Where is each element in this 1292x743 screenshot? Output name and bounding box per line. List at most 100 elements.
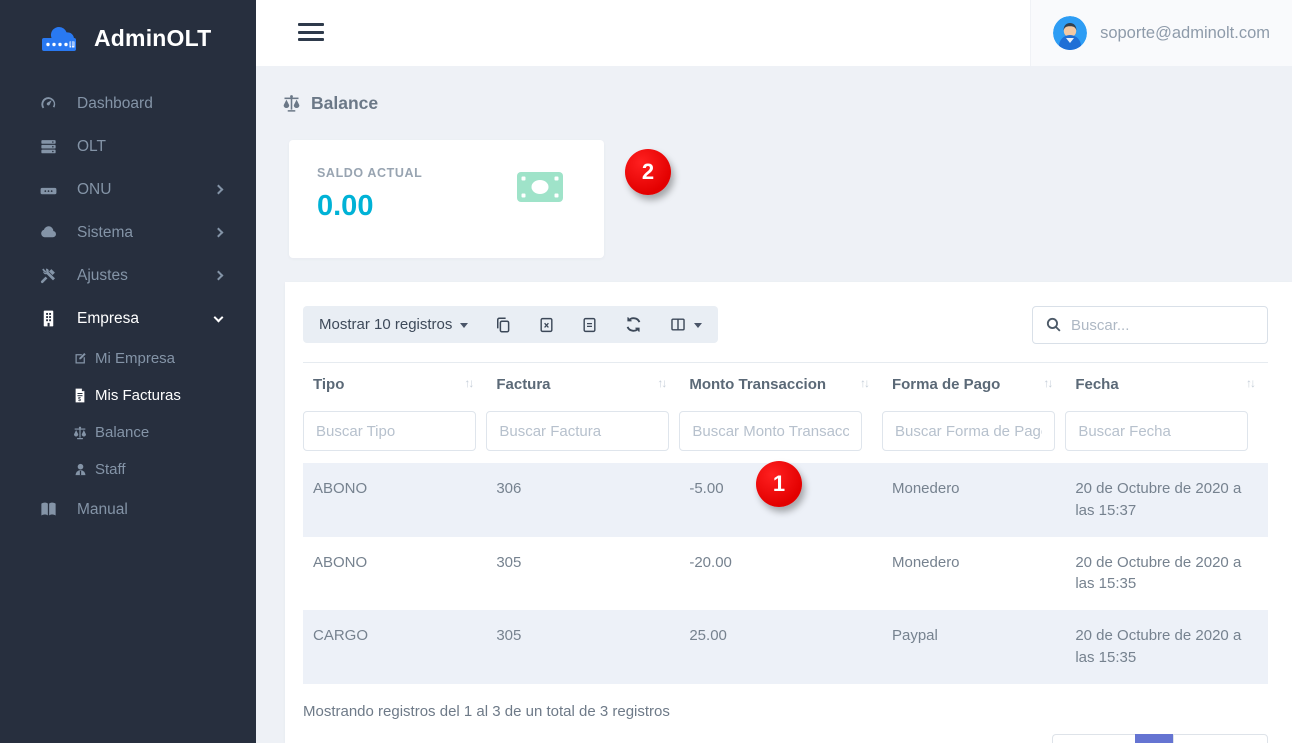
cell-factura: 305 — [486, 610, 679, 684]
sidebar-subitem-label: Staff — [95, 461, 126, 478]
export-excel-button[interactable] — [538, 316, 555, 334]
table-header-row: ↑↓Tipo ↑↓Factura ↑↓Monto Transaccion ↑↓F… — [303, 363, 1268, 406]
page-length-label: Mostrar 10 registros — [319, 316, 452, 333]
cell-monto: 25.00 — [679, 610, 882, 684]
datatable-buttons: Mostrar 10 registros — [303, 306, 718, 343]
user-avatar — [1053, 16, 1087, 50]
column-header-fecha[interactable]: ↑↓Fecha — [1065, 363, 1268, 406]
topbar: soporte@adminolt.com — [256, 0, 1292, 66]
scales-icon — [281, 93, 302, 114]
transactions-panel: Mostrar 10 registros — [285, 282, 1292, 743]
sidebar-subitem-staff[interactable]: Staff — [0, 451, 256, 488]
pagination-page-1-button[interactable]: 1 — [1135, 734, 1173, 743]
table-row[interactable]: CARGO 305 25.00 Paypal 20 de Octubre de … — [303, 610, 1268, 684]
filter-factura-input[interactable] — [486, 411, 669, 451]
cell-fecha: 20 de Octubre de 2020 a las 15:35 — [1065, 610, 1268, 684]
table-info-text: Mostrando registros del 1 al 3 de un tot… — [303, 703, 1268, 720]
page-title: Balance — [281, 93, 378, 114]
datatable-toolbar: Mostrar 10 registros — [303, 306, 1268, 344]
svg-text:$: $ — [78, 397, 81, 403]
copy-button[interactable] — [494, 316, 512, 334]
filter-forma-de-pago-input[interactable] — [882, 411, 1055, 451]
brand[interactable]: AdminOLT — [0, 0, 256, 60]
sidebar-item-label: Ajustes — [77, 267, 215, 285]
hamburger-menu-button[interactable] — [298, 23, 324, 46]
column-header-factura[interactable]: ↑↓Factura — [486, 363, 679, 406]
caret-down-icon — [460, 323, 468, 328]
chevron-right-icon — [214, 228, 224, 238]
sidebar-item-label: ONU — [77, 181, 215, 199]
cell-forma-de-pago: Paypal — [882, 610, 1065, 684]
sidebar-item-onu[interactable]: ONU — [0, 168, 256, 211]
sidebar-item-label: Empresa — [77, 310, 215, 328]
sidebar-subitem-label: Mi Empresa — [95, 350, 175, 367]
search-input[interactable] — [1032, 306, 1268, 344]
column-visibility-button[interactable] — [669, 316, 702, 333]
user-menu[interactable]: soporte@adminolt.com — [1030, 0, 1292, 66]
filter-fecha-input[interactable] — [1065, 411, 1248, 451]
modem-icon — [38, 180, 58, 200]
sort-icon: ↑↓ — [860, 376, 872, 390]
scales-icon — [72, 425, 88, 441]
sidebar-item-label: Dashboard — [77, 95, 222, 113]
cell-forma-de-pago: Monedero — [882, 463, 1065, 537]
column-header-forma-de-pago[interactable]: ↑↓Forma de Pago — [882, 363, 1065, 406]
sidebar-item-label: OLT — [77, 138, 222, 156]
page-length-dropdown[interactable]: Mostrar 10 registros — [319, 316, 468, 333]
empresa-submenu: Mi Empresa $ Mis Facturas Balance — [0, 340, 256, 488]
column-header-monto-transaccion[interactable]: ↑↓Monto Transaccion — [679, 363, 882, 406]
invoice-icon: $ — [72, 388, 88, 404]
tools-icon — [38, 266, 58, 286]
book-icon — [38, 500, 58, 520]
sidebar-item-dashboard[interactable]: Dashboard — [0, 82, 256, 125]
cell-fecha: 20 de Octubre de 2020 a las 15:37 — [1065, 463, 1268, 537]
cell-forma-de-pago: Monedero — [882, 537, 1065, 611]
cell-factura: 305 — [486, 537, 679, 611]
person-icon — [72, 462, 88, 478]
transactions-table: ↑↓Tipo ↑↓Factura ↑↓Monto Transaccion ↑↓F… — [303, 362, 1268, 684]
export-file-button[interactable] — [581, 316, 598, 334]
page-content: Balance SALDO ACTUAL 0.00 2 1 — [256, 66, 1292, 743]
pagination-previous-button[interactable]: Anterior — [1052, 734, 1136, 743]
sidebar-subitem-balance[interactable]: Balance — [0, 414, 256, 451]
filter-monto-input[interactable] — [679, 411, 862, 451]
sidebar-item-sistema[interactable]: Sistema — [0, 211, 256, 254]
saldo-actual-card: SALDO ACTUAL 0.00 — [289, 140, 604, 258]
sort-icon: ↑↓ — [657, 376, 669, 390]
sidebar-subitem-mi-empresa[interactable]: Mi Empresa — [0, 340, 256, 377]
server-stack-icon — [38, 137, 58, 157]
column-header-tipo[interactable]: ↑↓Tipo — [303, 363, 486, 406]
cell-monto: -20.00 — [679, 537, 882, 611]
pagination-next-button[interactable]: Siguiente — [1173, 734, 1268, 743]
app-screen: AdminOLT Dashboard OLT ONU — [0, 0, 1292, 743]
user-email: soporte@adminolt.com — [1100, 24, 1270, 43]
table-filter-row — [303, 405, 1268, 463]
chevron-right-icon — [214, 271, 224, 281]
datatable-search — [1032, 306, 1268, 344]
cloud-switch-logo-icon — [38, 20, 84, 56]
sort-icon: ↑↓ — [1246, 376, 1258, 390]
refresh-button[interactable] — [624, 315, 643, 334]
chevron-right-icon — [214, 185, 224, 195]
cell-tipo: CARGO — [303, 610, 486, 684]
brand-name: AdminOLT — [94, 25, 211, 52]
filter-tipo-input[interactable] — [303, 411, 476, 451]
edit-square-icon — [72, 351, 88, 367]
sidebar-subitem-label: Mis Facturas — [95, 387, 181, 404]
sort-icon: ↑↓ — [464, 376, 476, 390]
sidebar-item-olt[interactable]: OLT — [0, 125, 256, 168]
sidebar-item-ajustes[interactable]: Ajustes — [0, 254, 256, 297]
page-title-text: Balance — [311, 93, 378, 114]
annotation-badge-1: 1 — [756, 461, 802, 507]
cell-factura: 306 — [486, 463, 679, 537]
sidebar-item-manual[interactable]: Manual — [0, 488, 256, 531]
gauge-icon — [38, 94, 58, 114]
table-row[interactable]: ABONO 305 -20.00 Monedero 20 de Octubre … — [303, 537, 1268, 611]
sidebar-item-empresa[interactable]: Empresa — [0, 297, 256, 340]
sidebar-subitem-label: Balance — [95, 424, 149, 441]
cloud-icon — [38, 223, 58, 243]
sidebar-subitem-mis-facturas[interactable]: $ Mis Facturas — [0, 377, 256, 414]
sidebar-item-label: Manual — [77, 501, 222, 519]
cell-fecha: 20 de Octubre de 2020 a las 15:35 — [1065, 537, 1268, 611]
chevron-down-icon — [214, 312, 224, 322]
